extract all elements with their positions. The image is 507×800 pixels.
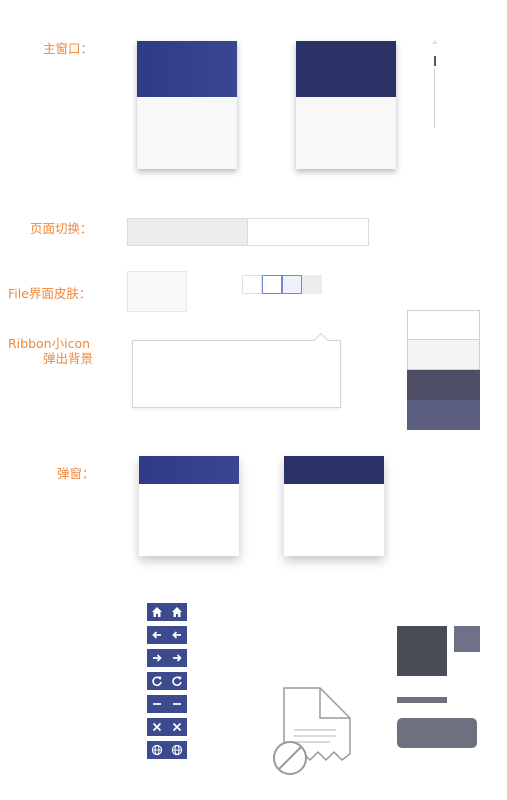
swatch-light [407,340,480,370]
segment-selected[interactable] [282,275,302,294]
page-switch-tab[interactable] [247,218,369,246]
ribbon-popup-background [132,332,341,408]
file-skin-segments [242,275,322,294]
refresh-icon [152,676,162,686]
swatch-mid [407,400,480,430]
scrollbar-rail [434,68,435,128]
globe-icon [151,744,163,756]
popup-preview-active [139,456,239,556]
file-skin-panel [127,271,187,312]
home-icon [152,607,162,617]
refresh-button[interactable] [147,672,187,690]
dark-tile [397,626,447,676]
close-icon [172,722,182,732]
globe-button[interactable] [147,741,187,759]
popup-preview-inactive [284,456,384,556]
back-button[interactable] [147,626,187,644]
refresh-icon [172,676,182,686]
broken-document-icon [273,687,351,775]
label-popup: 弹窗： [57,466,95,481]
segment-outlined[interactable] [262,275,282,294]
arrow-left-icon [152,631,161,639]
swatch-white [407,310,480,340]
main-window-titlebar [137,41,237,97]
small-tile [454,626,480,652]
main-window-preview-active [137,41,237,169]
main-window-preview-inactive [296,41,396,169]
popup-titlebar [139,456,239,484]
swatch-dark [407,370,480,400]
page-switch-tab-selected[interactable] [127,218,248,246]
segment-disabled[interactable] [302,275,322,294]
minus-icon [173,703,181,705]
divider-bar [397,697,447,703]
scrollbar-track[interactable] [432,40,438,128]
arrow-right-icon [173,654,182,662]
close-button[interactable] [147,718,187,736]
label-page-switch: 页面切换： [30,221,93,236]
segment-plain[interactable] [242,275,262,294]
arrow-right-icon [153,654,162,662]
close-icon [152,722,162,732]
pill-button[interactable] [397,718,477,748]
label-ribbon-popup-bg: 弹出背景 [43,351,94,366]
minimize-button[interactable] [147,695,187,713]
label-file-skin: File界面皮肤： [8,286,92,301]
main-window-titlebar-dark [296,41,396,97]
popup-titlebar-dark [284,456,384,484]
popup-pointer [313,332,329,348]
label-main-window: 主窗口： [43,41,94,56]
home-icon [172,607,182,617]
scrollbar-thumb[interactable] [434,56,436,66]
globe-icon [171,744,183,756]
forward-button[interactable] [147,649,187,667]
minus-icon [153,703,161,705]
scroll-up-arrow-icon[interactable] [432,40,438,44]
arrow-left-icon [172,631,181,639]
home-button[interactable] [147,603,187,621]
